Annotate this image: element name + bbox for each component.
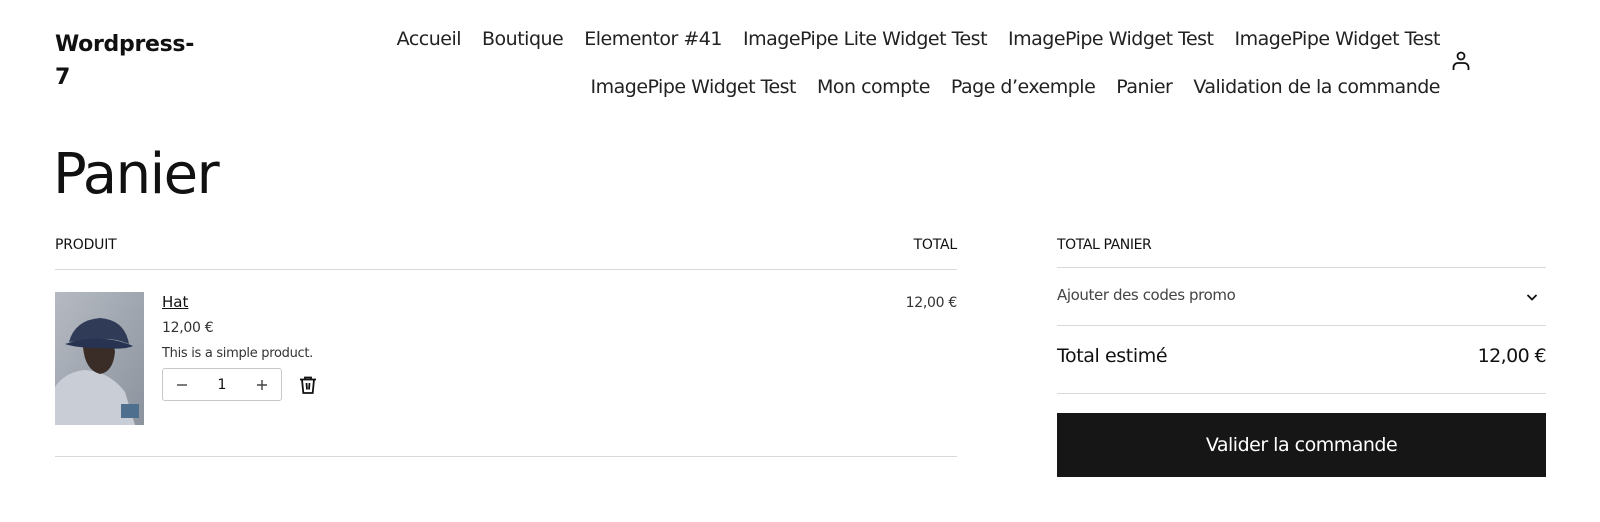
nav-item-accueil[interactable]: Accueil <box>397 20 462 58</box>
nav-item-imagepipe-lite-widget-test[interactable]: ImagePipe Lite Widget Test <box>743 20 988 58</box>
table-footer-divider <box>55 456 957 457</box>
nav-item-page-exemple[interactable]: Page d’exemple <box>951 68 1096 106</box>
nav-item-imagepipe-widget-test-1[interactable]: ImagePipe Widget Test <box>1008 20 1214 58</box>
column-header-total: TOTAL <box>913 237 958 253</box>
site-title-line1[interactable]: Wordpress- <box>55 28 205 61</box>
nav-item-elementor-41[interactable]: Elementor #41 <box>584 20 722 58</box>
quantity-decrease-button[interactable] <box>163 369 201 400</box>
estimated-total-value: 12,00 € <box>1477 345 1547 367</box>
quantity-increase-button[interactable] <box>243 369 281 400</box>
nav-item-validation-commande[interactable]: Validation de la commande <box>1193 68 1440 106</box>
page-title: Panier <box>53 142 220 207</box>
column-header-product: PRODUIT <box>55 237 117 253</box>
total-divider <box>1057 393 1546 394</box>
add-coupon-toggle[interactable]: Ajouter des codes promo <box>1057 286 1236 304</box>
trash-icon[interactable] <box>297 374 319 396</box>
product-image[interactable] <box>55 292 144 425</box>
table-header-divider <box>55 269 957 270</box>
quantity-stepper: 1 <box>162 368 282 401</box>
chevron-down-icon[interactable] <box>1524 289 1540 305</box>
line-item-total: 12,00 € <box>905 295 958 311</box>
minus-icon <box>177 383 187 386</box>
coupon-divider <box>1057 325 1546 326</box>
main-navigation: Accueil Boutique Elementor #41 ImagePipe… <box>360 20 1441 106</box>
totals-header-divider <box>1057 267 1546 268</box>
site-title[interactable]: Wordpress- 7 <box>55 28 205 94</box>
quantity-input[interactable]: 1 <box>201 377 243 393</box>
product-description: This is a simple product. <box>162 346 313 361</box>
cart-totals-title: TOTAL PANIER <box>1057 237 1152 253</box>
checkout-button[interactable]: Valider la commande <box>1057 413 1546 477</box>
nav-item-panier[interactable]: Panier <box>1116 68 1173 106</box>
product-name-link[interactable]: Hat <box>162 293 188 311</box>
nav-item-imagepipe-widget-test-3[interactable]: ImagePipe Widget Test <box>591 68 797 106</box>
product-unit-price: 12,00 € <box>162 320 214 336</box>
nav-item-imagepipe-widget-test-2[interactable]: ImagePipe Widget Test <box>1235 20 1441 58</box>
estimated-total-label: Total estimé <box>1057 345 1168 367</box>
site-title-line2[interactable]: 7 <box>55 61 205 94</box>
nav-item-boutique[interactable]: Boutique <box>482 20 564 58</box>
plus-icon <box>257 379 267 390</box>
account-icon[interactable] <box>1449 49 1473 73</box>
nav-item-mon-compte[interactable]: Mon compte <box>817 68 930 106</box>
